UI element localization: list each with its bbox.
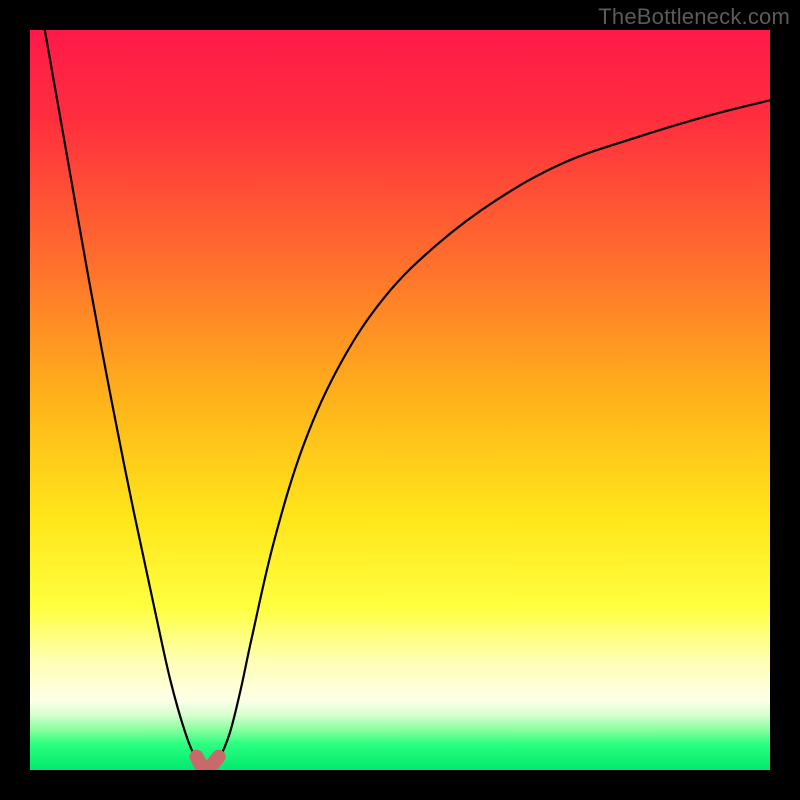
watermark-text: TheBottleneck.com xyxy=(598,4,790,30)
gradient-background xyxy=(30,30,770,770)
plot-area xyxy=(30,30,770,770)
chart-frame: TheBottleneck.com xyxy=(0,0,800,800)
bottleneck-chart xyxy=(30,30,770,770)
